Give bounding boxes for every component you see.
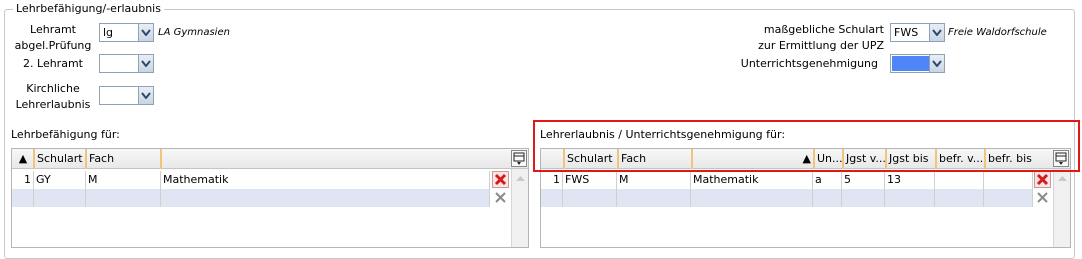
ug-select[interactable]	[890, 54, 945, 73]
header-rownum	[541, 149, 563, 169]
new-row-fach[interactable]	[86, 189, 161, 207]
lehramt-label-line1: Lehramt	[30, 23, 76, 36]
schulart-select[interactable]: FWS	[890, 23, 945, 42]
cell-befr-bis[interactable]	[984, 171, 1033, 189]
column-chooser-icon[interactable]	[1053, 150, 1069, 167]
header-fach[interactable]: Fach	[85, 149, 160, 169]
header-fach[interactable]: Fach	[617, 149, 691, 169]
vertical-scrollbar[interactable]	[511, 169, 528, 247]
new-row-description	[161, 189, 490, 207]
cell-schulart[interactable]: FWS	[563, 171, 617, 189]
table-header: ▲ Schulart Fach	[12, 149, 528, 169]
new-row-befr-von[interactable]	[935, 189, 984, 207]
new-row-number	[12, 189, 34, 207]
cancel-row-icon[interactable]	[1035, 190, 1050, 205]
header-befr-von[interactable]: befr. v...	[935, 149, 984, 169]
lehramt-select-value: lg	[103, 26, 114, 39]
chevron-down-icon[interactable]	[138, 55, 153, 72]
scroll-up-icon	[1058, 176, 1067, 181]
cancel-row-icon[interactable]	[493, 190, 508, 205]
cell-schulart[interactable]: GY	[34, 171, 86, 189]
header-description[interactable]	[160, 149, 490, 169]
lehramt-label: Lehramt abgel.Prüfung	[4, 22, 102, 54]
table-row[interactable]: 1 GY M Mathematik	[12, 171, 490, 189]
cell-description: Mathematik	[691, 171, 813, 189]
header-schulart[interactable]: Schulart	[33, 149, 85, 169]
column-chooser-icon[interactable]	[511, 150, 527, 167]
new-row-befr-bis[interactable]	[984, 189, 1033, 207]
row-number: 1	[541, 171, 563, 189]
sort-asc-icon[interactable]: ▲	[691, 149, 813, 169]
header-un[interactable]: Un...	[813, 149, 842, 169]
kirchlich-label-line2: Lehrerlaubnis	[15, 98, 91, 111]
row-number: 1	[12, 171, 34, 189]
header-jgst-bis[interactable]: Jgst bis	[885, 149, 935, 169]
table-new-row[interactable]	[541, 189, 1033, 207]
vertical-scrollbar[interactable]	[1053, 169, 1070, 247]
new-row-schulart[interactable]	[563, 189, 617, 207]
cell-befr-von[interactable]	[935, 171, 984, 189]
kirchlich-select[interactable]	[99, 86, 154, 105]
new-row-fach[interactable]	[617, 189, 691, 207]
new-row-number	[541, 189, 563, 207]
header-jgst-von[interactable]: Jgst v...	[842, 149, 885, 169]
cell-un[interactable]: a	[813, 171, 842, 189]
scroll-up-icon	[516, 176, 525, 181]
header-befr-bis[interactable]: befr. bis	[984, 149, 1033, 169]
table-row[interactable]: 1 FWS M Mathematik a 5 13	[541, 171, 1033, 189]
lehrbefaehigung-table: ▲ Schulart Fach 1 GY M Mathematik	[11, 148, 529, 248]
schulart-select-value: FWS	[894, 26, 919, 39]
lehramt-label-line2: abgel.Prüfung	[14, 39, 92, 52]
kirchlich-label-line1: Kirchliche	[26, 82, 80, 95]
lehrerlaubnis-table: Schulart Fach ▲ Un... Jgst v... Jgst bis…	[540, 148, 1071, 248]
lehramt2-label: 2. Lehramt	[23, 57, 83, 70]
left-grid-title: Lehrbefähigung für:	[11, 128, 120, 141]
chevron-down-icon[interactable]	[929, 55, 944, 72]
schulart-label-line1: maßgebliche Schulart	[763, 23, 884, 36]
chevron-down-icon[interactable]	[929, 24, 944, 41]
schulart-label: maßgebliche Schulart zur Ermittlung der …	[748, 22, 884, 54]
new-row-un[interactable]	[813, 189, 842, 207]
group-title: Lehrbefähigung/-erlaubnis	[13, 2, 164, 15]
cell-fach[interactable]: M	[86, 171, 161, 189]
lehramt-select[interactable]: lg	[99, 23, 154, 42]
ug-color-swatch	[892, 56, 929, 71]
new-row-jgst-bis[interactable]	[885, 189, 935, 207]
schulart-description: Freie Waldorfschule	[948, 27, 1047, 38]
right-grid-title: Lehrerlaubnis / Unterrichtsgenehmigung f…	[540, 128, 786, 141]
cell-fach[interactable]: M	[617, 171, 691, 189]
new-row-schulart[interactable]	[34, 189, 86, 207]
header-schulart[interactable]: Schulart	[563, 149, 617, 169]
cell-jgst-von[interactable]: 5	[842, 171, 885, 189]
lehramt-description: LA Gymnasien	[158, 27, 230, 38]
schulart-label-line2: zur Ermittlung der UPZ	[758, 39, 884, 52]
new-row-jgst-von[interactable]	[842, 189, 885, 207]
kirchlich-label: Kirchliche Lehrerlaubnis	[4, 81, 102, 113]
ug-label: Unterrichtsgenehmigung	[740, 57, 878, 70]
delete-row-icon[interactable]	[492, 171, 509, 188]
lehramt2-select[interactable]	[99, 54, 154, 73]
cell-description: Mathematik	[161, 171, 490, 189]
delete-row-icon[interactable]	[1034, 171, 1051, 188]
chevron-down-icon[interactable]	[138, 24, 153, 41]
cell-jgst-bis[interactable]: 13	[885, 171, 935, 189]
table-header: Schulart Fach ▲ Un... Jgst v... Jgst bis…	[541, 149, 1070, 169]
table-new-row[interactable]	[12, 189, 490, 207]
sort-asc-icon[interactable]: ▲	[12, 149, 34, 169]
chevron-down-icon[interactable]	[138, 87, 153, 104]
new-row-description	[691, 189, 813, 207]
